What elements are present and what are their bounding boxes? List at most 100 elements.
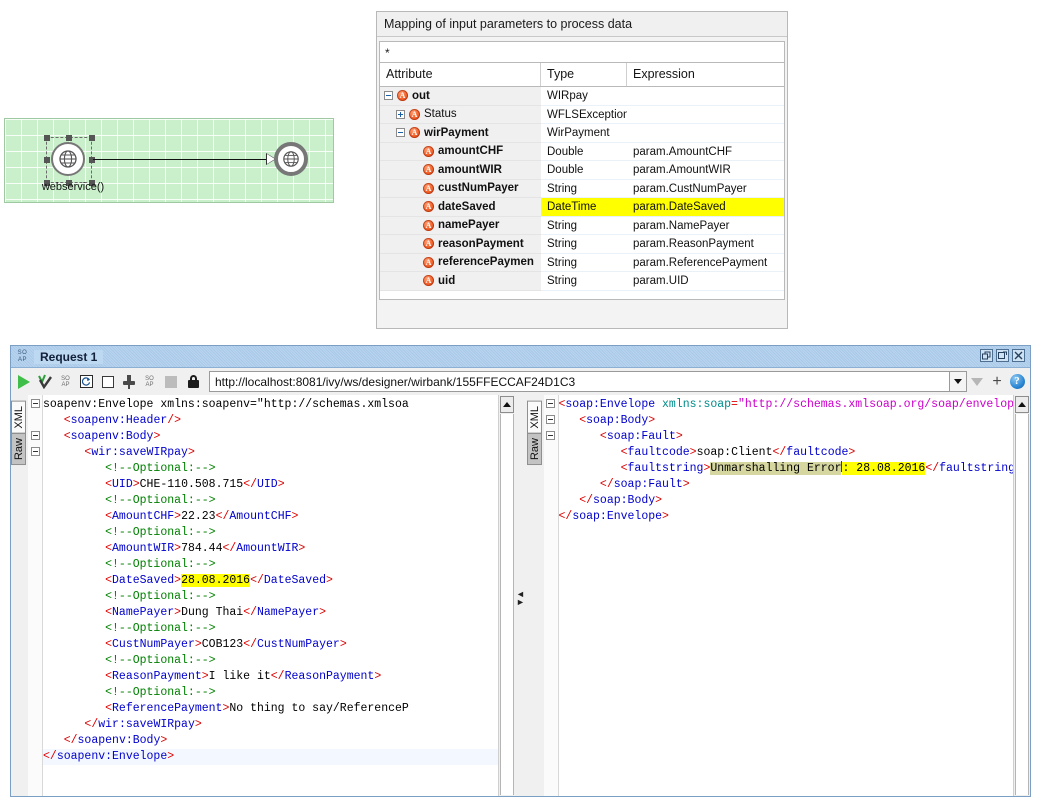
cell-type[interactable]: String: [541, 216, 627, 235]
table-row[interactable]: Aout WIRpay: [380, 87, 784, 106]
cell-expression[interactable]: param.UID: [627, 272, 784, 291]
process-editor-canvas[interactable]: webservice(): [4, 118, 334, 203]
cell-attribute[interactable]: AcustNumPayer: [380, 179, 541, 198]
cell-type[interactable]: DateTime: [541, 198, 627, 217]
cell-expression[interactable]: param.AmountCHF: [627, 142, 784, 161]
cell-attribute[interactable]: AreasonPayment: [380, 235, 541, 254]
resize-handle-w[interactable]: [44, 157, 50, 163]
cell-type[interactable]: WirPayment: [541, 124, 627, 143]
tab-request-xml[interactable]: XML: [11, 401, 26, 434]
resize-handle-nw[interactable]: [44, 135, 50, 141]
cell-expression[interactable]: param.AmountWIR: [627, 161, 784, 180]
scroll-up-button[interactable]: [499, 396, 514, 413]
request-vertical-scrollbar[interactable]: [497, 395, 515, 796]
insert-attachment-icon[interactable]: [119, 372, 138, 391]
cell-attribute[interactable]: AamountCHF: [380, 142, 541, 161]
restore-down-button[interactable]: [980, 349, 993, 362]
table-row[interactable]: Auid String param.UID: [380, 272, 784, 291]
cell-type[interactable]: WFLSException: [541, 105, 627, 124]
cell-type[interactable]: Double: [541, 142, 627, 161]
code-line: <UID>CHE-110.508.715</UID>: [105, 478, 285, 491]
fold-toggle[interactable]: [546, 399, 555, 408]
endpoint-url-field[interactable]: http://localhost:8081/ivy/ws/designer/wi…: [209, 371, 950, 392]
table-row[interactable]: AreasonPayment String param.ReasonPayment: [380, 235, 784, 254]
column-header-attribute[interactable]: Attribute: [380, 63, 541, 86]
scroll-track[interactable]: [499, 414, 514, 795]
request-xml-editor[interactable]: soapenv:Envelope xmlns:soapenv="http://s…: [43, 395, 498, 796]
cell-attribute[interactable]: AnamePayer: [380, 216, 541, 235]
column-header-type[interactable]: Type: [541, 63, 627, 86]
cell-type[interactable]: Double: [541, 161, 627, 180]
response-xml-editor[interactable]: <soap:Envelope xmlns:soap="http://schema…: [558, 395, 1013, 796]
process-connector[interactable]: [93, 159, 270, 160]
fold-toggle[interactable]: [30, 431, 40, 440]
webservice-node-label: webservice(): [41, 181, 105, 193]
cell-expression[interactable]: param.ReferencePayment: [627, 253, 784, 272]
cell-type[interactable]: String: [541, 179, 627, 198]
stop-button[interactable]: [98, 372, 117, 391]
attribute-icon: A: [423, 201, 434, 213]
cell-type[interactable]: String: [541, 272, 627, 291]
cell-attribute[interactable]: AreferencePaymen: [380, 253, 541, 272]
help-icon[interactable]: ?: [1007, 372, 1027, 392]
fold-toggle[interactable]: [30, 399, 40, 408]
table-row[interactable]: AnamePayer String param.NamePayer: [380, 216, 784, 235]
scroll-up-button[interactable]: [1015, 396, 1029, 413]
cell-attribute[interactable]: Auid: [380, 272, 541, 291]
table-row[interactable]: AreferencePaymen String param.ReferencePay…: [380, 253, 784, 272]
code-line: <faultstring>Unmarshalling Error: 28.08.…: [620, 461, 1013, 475]
soap-raw-icon[interactable]: SO AP: [140, 372, 159, 391]
cell-attribute[interactable]: AdateSaved: [380, 198, 541, 217]
maximize-button[interactable]: [996, 349, 1009, 362]
tab-response-raw[interactable]: Raw: [526, 432, 542, 465]
cell-type[interactable]: String: [541, 235, 627, 254]
fold-toggle[interactable]: [546, 431, 555, 440]
resize-handle-e[interactable]: [89, 157, 95, 163]
table-row[interactable]: AdateSaved DateTime param.DateSaved: [380, 198, 784, 217]
endpoint-dropdown-button[interactable]: [950, 371, 967, 392]
cell-attribute[interactable]: AwirPayment: [380, 124, 541, 143]
soapui-titlebar[interactable]: SO AP Request 1: [11, 346, 1030, 368]
filter-icon[interactable]: [967, 372, 987, 392]
table-row[interactable]: AamountCHF Double param.AmountCHF: [380, 142, 784, 161]
cell-expression[interactable]: param.NamePayer: [627, 216, 784, 235]
cell-type[interactable]: WIRpay: [541, 87, 627, 106]
column-header-expression[interactable]: Expression: [627, 63, 784, 86]
response-vertical-scrollbar[interactable]: [1013, 395, 1030, 796]
cell-expression[interactable]: [627, 87, 784, 106]
tab-response-xml[interactable]: XML: [526, 401, 542, 434]
webservice-start-node[interactable]: [51, 142, 87, 178]
table-row[interactable]: AamountWIR Double param.AmountWIR: [380, 161, 784, 180]
cell-expression[interactable]: [627, 124, 784, 143]
expand-icon[interactable]: [396, 109, 405, 119]
resize-handle-ne[interactable]: [89, 135, 95, 141]
cell-attribute[interactable]: Aout: [380, 87, 541, 106]
run-and-validate-button[interactable]: [35, 372, 54, 391]
table-row[interactable]: AcustNumPayer String param.CustNumPayer: [380, 179, 784, 198]
cell-expression[interactable]: param.CustNumPayer: [627, 179, 784, 198]
fold-toggle[interactable]: [546, 415, 555, 424]
table-row[interactable]: A Status WFLSException: [380, 105, 784, 124]
cell-attribute[interactable]: AamountWIR: [380, 161, 541, 180]
resize-handle-n[interactable]: [66, 135, 72, 141]
webservice-end-node[interactable]: [274, 142, 308, 176]
collapse-icon[interactable]: [384, 91, 393, 101]
refresh-icon[interactable]: [77, 372, 96, 391]
tab-request-raw[interactable]: Raw: [11, 432, 26, 465]
soap-request-icon[interactable]: SO AP: [56, 372, 75, 391]
editor-splitter[interactable]: ◄ ►: [514, 395, 527, 796]
cell-attribute[interactable]: A Status: [380, 105, 541, 124]
run-button[interactable]: [14, 372, 33, 391]
mapping-table[interactable]: Attribute Type Expression Aout WIRpay A Sta…: [379, 62, 785, 300]
cell-expression[interactable]: param.DateSaved: [627, 198, 784, 217]
splitter-collapse-right-icon[interactable]: ►: [516, 597, 525, 606]
table-row[interactable]: AwirPayment WirPayment: [380, 124, 784, 143]
fold-toggle[interactable]: [30, 447, 40, 456]
cell-expression[interactable]: param.ReasonPayment: [627, 235, 784, 254]
add-icon[interactable]: +: [987, 372, 1007, 392]
cell-type[interactable]: String: [541, 253, 627, 272]
scroll-track[interactable]: [1015, 414, 1029, 795]
close-button[interactable]: [1012, 349, 1025, 362]
collapse-icon[interactable]: [396, 128, 405, 138]
cell-expression[interactable]: [627, 105, 784, 124]
